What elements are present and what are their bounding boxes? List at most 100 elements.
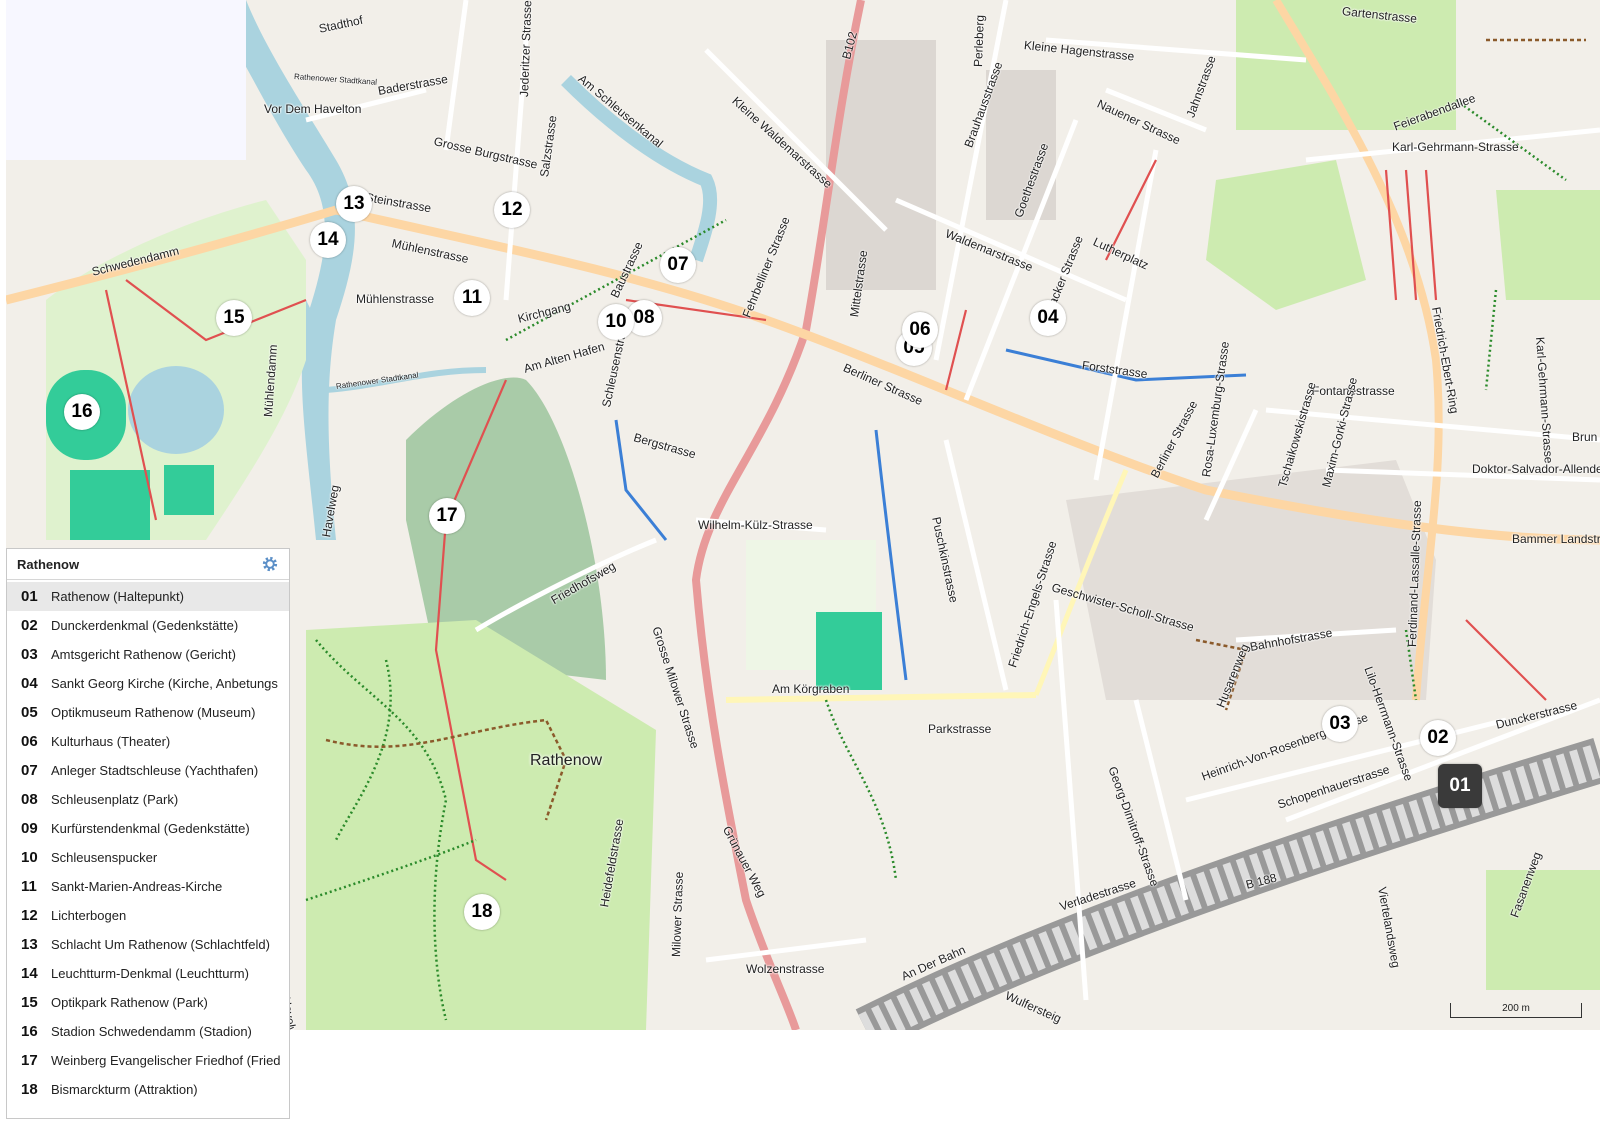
poi-number: 17	[21, 1052, 38, 1069]
street-label: Milower Strasse	[669, 871, 686, 958]
poi-name: Sankt Georg Kirche (Kirche, Anbetungs	[51, 676, 278, 691]
poi-number: 16	[21, 1023, 38, 1040]
poi-number: 18	[21, 1081, 38, 1098]
poi-list-item[interactable]: 04 Sankt Georg Kirche (Kirche, Anbetungs	[7, 669, 289, 698]
poi-number: 07	[21, 762, 38, 779]
poi-marker-04[interactable]: 04	[1030, 300, 1066, 336]
poi-name: Schleusenplatz (Park)	[51, 792, 179, 807]
poi-name: Anleger Stadtschleuse (Yachthafen)	[51, 763, 259, 778]
wetland	[6, 0, 246, 160]
poi-list: 01 Rathenow (Haltepunkt) 02 Dunckerdenkmal …	[7, 580, 289, 1104]
poi-name: Kulturhaus (Theater)	[51, 734, 171, 749]
street-label: Parkstrasse	[928, 722, 992, 736]
park-ne	[1206, 160, 1366, 310]
park-far-east	[1496, 190, 1600, 300]
b102-road	[691, 0, 865, 1030]
street-label: Wilhelm-Külz-Strasse	[698, 518, 813, 532]
pitch-small	[164, 465, 214, 515]
street-label: Brun	[1572, 430, 1598, 444]
park-lake	[128, 366, 224, 454]
poi-panel: Rathenow 01 Rathenow (Haltepunkt) 02 Duncke…	[6, 548, 290, 1119]
poi-marker-03[interactable]: 03	[1322, 706, 1358, 742]
poi-name: Schleusenspucker	[51, 850, 158, 865]
poi-number: 03	[21, 646, 38, 663]
poi-list-item[interactable]: 08 Schleusenplatz (Park)	[7, 785, 289, 814]
scale-bar: 200 m	[1450, 1003, 1582, 1018]
poi-list-item[interactable]: 18 Bismarckturm (Attraktion)	[7, 1075, 289, 1104]
poi-marker-16[interactable]: 16	[64, 394, 100, 430]
poi-name: Kurfürstendenkmal (Gedenkstätte)	[51, 821, 250, 836]
poi-list-item[interactable]: 13 Schlacht Um Rathenow (Schlachtfeld)	[7, 930, 289, 959]
poi-number: 10	[21, 849, 38, 866]
street-label: Perleberg	[971, 14, 987, 68]
poi-marker-01[interactable]: 01	[1438, 764, 1482, 808]
street-label: Karl-Gehrmann-Strasse	[1392, 140, 1519, 154]
poi-marker-15[interactable]: 15	[216, 300, 252, 336]
poi-name: Dunckerdenkmal (Gedenkstätte)	[51, 618, 239, 633]
poi-list-item[interactable]: 03 Amtsgericht Rathenow (Gericht)	[7, 640, 289, 669]
poi-name: Optikpark Rathenow (Park)	[51, 995, 208, 1010]
poi-name: Rathenow (Haltepunkt)	[51, 589, 184, 604]
poi-name: Bismarckturm (Attraktion)	[51, 1082, 198, 1097]
poi-number: 04	[21, 675, 38, 692]
poi-number: 09	[21, 820, 38, 837]
poi-name: Weinberg Evangelischer Friedhof (Fried	[51, 1053, 281, 1068]
poi-name: Amtsgericht Rathenow (Gericht)	[51, 647, 236, 662]
poi-name: Stadion Schwedendamm (Stadion)	[51, 1024, 252, 1039]
street-label: Vor Dem Havelton	[264, 102, 362, 116]
street-label: Wolzenstrasse	[746, 962, 825, 976]
park-south	[306, 620, 656, 1030]
poi-name: Lichterbogen	[51, 908, 127, 923]
poi-list-item[interactable]: 05 Optikmuseum Rathenow (Museum)	[7, 698, 289, 727]
gear-icon[interactable]	[261, 555, 279, 573]
poi-marker-07[interactable]: 07	[660, 247, 696, 283]
schleusenkanal	[561, 75, 718, 263]
poi-list-item[interactable]: 06 Kulturhaus (Theater)	[7, 727, 289, 756]
poi-number: 08	[21, 791, 38, 808]
poi-list-item[interactable]: 16 Stadion Schwedendamm (Stadion)	[7, 1017, 289, 1046]
poi-marker-17[interactable]: 17	[429, 498, 465, 534]
street-label: Doktor-Salvador-Allende	[1472, 462, 1600, 476]
poi-number: 13	[21, 936, 38, 953]
poi-list-item[interactable]: 15 Optikpark Rathenow (Park)	[7, 988, 289, 1017]
street-label: Mühlenstrasse	[356, 292, 435, 306]
poi-list-item[interactable]: 09 Kurfürstendenkmal (Gedenkstätte)	[7, 814, 289, 843]
poi-list-item[interactable]: 07 Anleger Stadtschleuse (Yachthafen)	[7, 756, 289, 785]
poi-list-item[interactable]: 14 Leuchtturm-Denkmal (Leuchtturm)	[7, 959, 289, 988]
poi-list-item[interactable]: 01 Rathenow (Haltepunkt)	[7, 582, 289, 611]
poi-name: Optikmuseum Rathenow (Museum)	[51, 705, 256, 720]
poi-marker-12[interactable]: 12	[494, 192, 530, 228]
poi-marker-13[interactable]: 13	[336, 186, 372, 222]
poi-name: Sankt-Marien-Andreas-Kirche	[51, 879, 223, 894]
poi-number: 14	[21, 965, 38, 982]
poi-name: Leuchtturm-Denkmal (Leuchtturm)	[51, 966, 249, 981]
panel-header: Rathenow	[7, 549, 289, 580]
poi-marker-18[interactable]: 18	[464, 894, 500, 930]
pitch-center	[816, 612, 882, 690]
poi-marker-11[interactable]: 11	[454, 280, 490, 316]
scale-label: 200 m	[1502, 1003, 1530, 1014]
street-label: Am Körgraben	[772, 682, 850, 696]
panel-title: Rathenow	[17, 556, 80, 572]
poi-list-item[interactable]: 11 Sankt-Marien-Andreas-Kirche	[7, 872, 289, 901]
poi-list-item[interactable]: 10 Schleusenspucker	[7, 843, 289, 872]
poi-name: Schlacht Um Rathenow (Schlachtfeld)	[51, 937, 270, 952]
poi-number: 11	[21, 878, 37, 895]
poi-number: 01	[21, 588, 38, 605]
poi-number: 05	[21, 704, 38, 721]
park-se	[1486, 870, 1600, 990]
poi-list-item[interactable]: 02 Dunckerdenkmal (Gedenkstätte)	[7, 611, 289, 640]
place-label-rathenow: Rathenow	[530, 752, 603, 769]
poi-marker-02[interactable]: 02	[1420, 720, 1456, 756]
poi-list-item[interactable]: 17 Weinberg Evangelischer Friedhof (Fried	[7, 1046, 289, 1075]
poi-list-item[interactable]: 12 Lichterbogen	[7, 901, 289, 930]
poi-marker-14[interactable]: 14	[310, 222, 346, 258]
poi-number: 02	[21, 617, 38, 634]
poi-number: 12	[21, 907, 38, 924]
poi-number: 15	[21, 994, 38, 1011]
poi-marker-10[interactable]: 10	[598, 304, 634, 340]
street-label: Bammer Landstr	[1512, 532, 1600, 546]
poi-number: 06	[21, 733, 38, 750]
pitch	[70, 470, 150, 540]
poi-marker-06[interactable]: 06	[902, 312, 938, 348]
